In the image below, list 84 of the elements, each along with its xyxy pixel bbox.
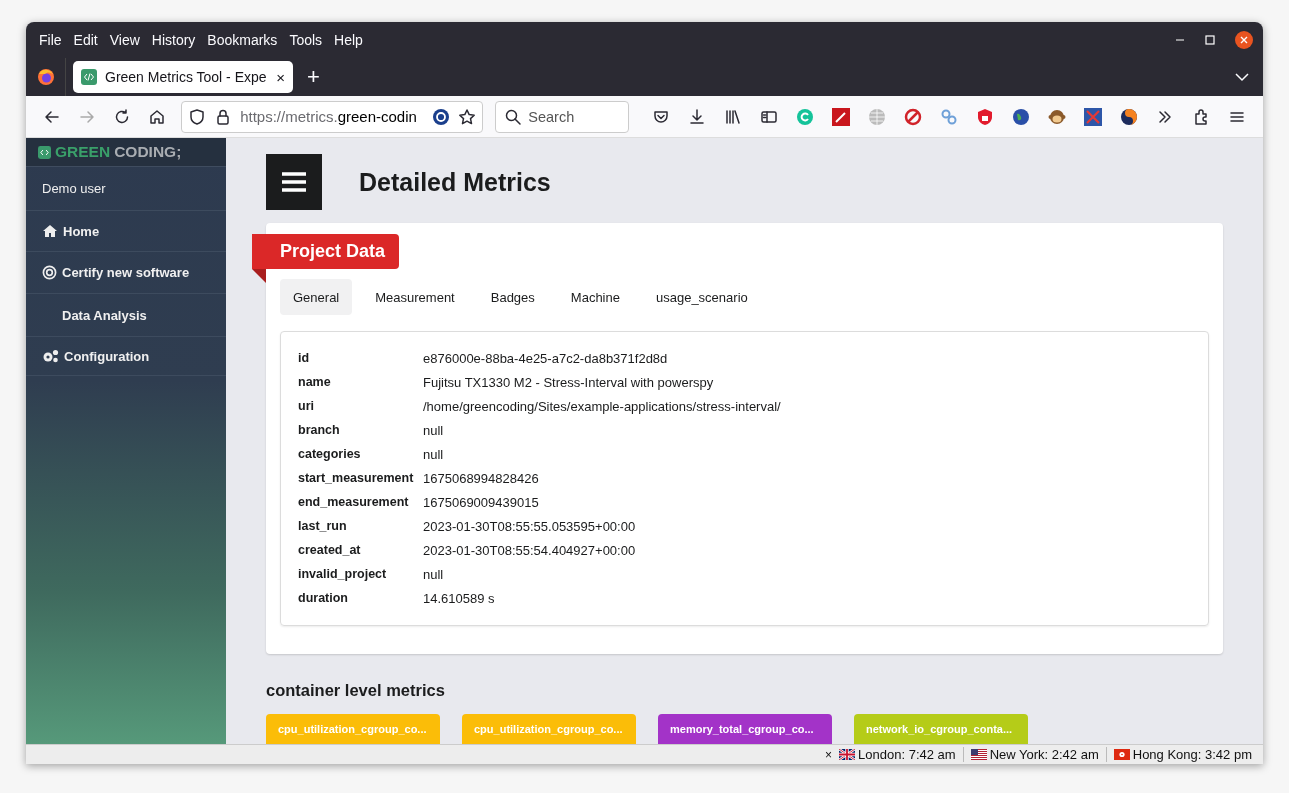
monkey-icon[interactable] bbox=[1048, 107, 1066, 126]
field-value: 2023-01-30T08:55:54.404927+00:00 bbox=[423, 542, 637, 558]
field-value: null bbox=[423, 566, 445, 582]
field-label: duration bbox=[298, 591, 349, 605]
new-tab-button[interactable]: + bbox=[307, 64, 320, 90]
section-heading: container level metrics bbox=[266, 681, 446, 700]
flower-flag-icon bbox=[1113, 749, 1130, 760]
menu-item[interactable]: Help bbox=[328, 32, 369, 48]
clock-text: Hong Kong: 3:42 pm bbox=[1132, 747, 1252, 762]
tab[interactable]: usage_scenario bbox=[642, 279, 761, 315]
tab[interactable]: Measurement bbox=[362, 279, 468, 315]
user-name: Demo user bbox=[42, 181, 106, 196]
field-label: invalid_project bbox=[298, 567, 388, 581]
gears-icon bbox=[42, 349, 59, 363]
maximize-icon[interactable] bbox=[1205, 35, 1215, 45]
tab-title: Green Metrics Tool - Expe bbox=[105, 69, 268, 85]
tab[interactable]: Badges bbox=[477, 279, 548, 315]
union-flag-icon bbox=[839, 749, 856, 760]
menu-item[interactable]: History bbox=[145, 32, 202, 48]
target-icon bbox=[42, 265, 57, 280]
menu-item[interactable]: File bbox=[33, 32, 68, 48]
sidebar-item[interactable]: Home bbox=[63, 223, 100, 239]
browser-logo-icon[interactable] bbox=[36, 68, 55, 86]
field-value: null bbox=[423, 422, 445, 438]
search-icon bbox=[504, 107, 523, 126]
tab-close-button[interactable]: × bbox=[276, 68, 285, 86]
field-value: 1675068994828426 bbox=[423, 470, 540, 486]
logo-text: CODING; bbox=[114, 143, 182, 161]
block-icon[interactable] bbox=[904, 107, 922, 126]
field-label: id bbox=[298, 351, 311, 365]
menu-item[interactable]: Bookmarks bbox=[201, 32, 284, 48]
field-label: uri bbox=[298, 399, 315, 413]
address-field[interactable]: https://metrics.green-codin bbox=[181, 100, 484, 133]
field-value: e876000e-88ba-4e25-a7c2-da8b371f2d8d bbox=[423, 350, 669, 366]
star-icon bbox=[458, 107, 477, 126]
download-icon bbox=[688, 107, 706, 126]
ribbon-fold bbox=[252, 269, 266, 283]
close-icon[interactable] bbox=[1235, 31, 1253, 49]
earth-icon[interactable] bbox=[1012, 107, 1030, 126]
chain-icon[interactable] bbox=[940, 107, 958, 126]
puzzle-icon bbox=[1192, 107, 1210, 126]
sidebar-item[interactable]: Configuration bbox=[64, 348, 150, 364]
menu-button[interactable] bbox=[266, 154, 322, 210]
field-label: name bbox=[298, 375, 332, 389]
code-icon bbox=[81, 69, 97, 85]
library-icon bbox=[724, 107, 742, 126]
menu-icon bbox=[281, 171, 307, 193]
sidebar-item[interactable]: Data Analysis bbox=[62, 307, 147, 323]
field-label: last_run bbox=[298, 519, 348, 533]
code-icon bbox=[38, 145, 51, 159]
clock-text: London: 7:42 am bbox=[858, 747, 956, 762]
page-title: Detailed Metrics bbox=[359, 167, 551, 197]
close-button[interactable]: × bbox=[825, 747, 833, 762]
tab[interactable]: Machine bbox=[557, 279, 633, 315]
ribbon-label: Project Data bbox=[252, 234, 400, 269]
shield-icon bbox=[188, 107, 207, 126]
field-value: 2023-01-30T08:55:55.053595+00:00 bbox=[423, 518, 637, 534]
sidebar-item[interactable]: Certify new software bbox=[62, 265, 190, 280]
swirl-icon[interactable] bbox=[1120, 107, 1138, 126]
clock-text: New York: 2:42 am bbox=[989, 747, 1099, 762]
menu-item[interactable]: Edit bbox=[67, 32, 104, 48]
field-label: created_at bbox=[298, 543, 362, 557]
field-value: 14.610589 s bbox=[423, 590, 496, 606]
field-value: null bbox=[423, 446, 445, 462]
home-icon bbox=[42, 224, 58, 238]
field-value: 1675069009439015 bbox=[423, 494, 540, 510]
metric-tab[interactable]: memory_total_cgroup_co... bbox=[658, 714, 832, 744]
field-label: branch bbox=[298, 423, 341, 437]
search-field[interactable]: Search bbox=[495, 100, 629, 133]
field-value: /home/greencoding/Sites/example-applications/stress-interval/ bbox=[423, 398, 782, 414]
menu-item[interactable]: Tools bbox=[283, 32, 329, 48]
home-icon bbox=[148, 107, 167, 126]
tab[interactable]: General bbox=[280, 279, 353, 315]
stars-and-stripes-flag-icon bbox=[970, 749, 987, 760]
field-value: Fujitsu TX1330 M2 - Stress-Interval with powerspy bbox=[423, 374, 715, 390]
field-label: start_measurement bbox=[298, 471, 415, 485]
field-label: end_measurement bbox=[298, 495, 410, 509]
chevron-down-icon[interactable] bbox=[1235, 72, 1249, 82]
browser-tab[interactable]: Green Metrics Tool - Expe × bbox=[73, 61, 293, 93]
logo-text: GREEN bbox=[55, 143, 111, 161]
shield-lock-icon[interactable] bbox=[976, 107, 994, 126]
field-label: categories bbox=[298, 447, 362, 461]
circle-icon[interactable] bbox=[432, 107, 451, 126]
menu-item[interactable]: View bbox=[103, 32, 146, 48]
